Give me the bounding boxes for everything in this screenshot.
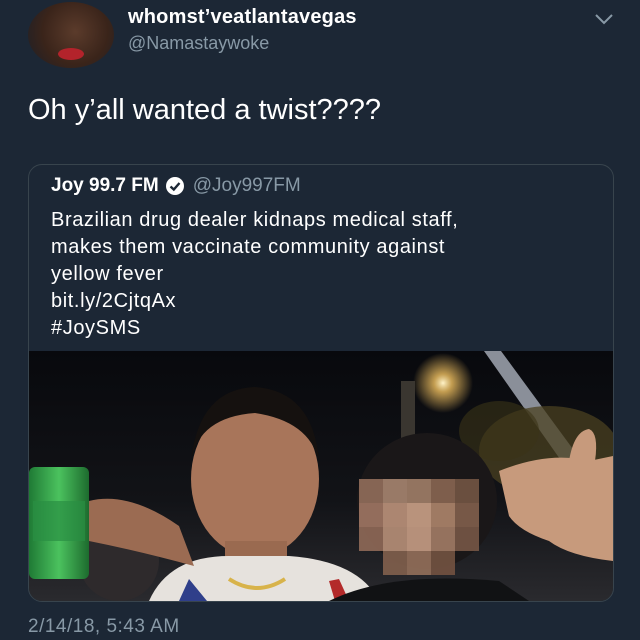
quoted-display-name[interactable]: Joy 99.7 FM — [51, 175, 159, 197]
quoted-hashtag[interactable]: #JoySMS — [51, 315, 458, 342]
tweet-text: Oh y’all wanted a twist???? — [28, 94, 382, 126]
quoted-text-line: makes them vaccinate community against — [51, 236, 446, 258]
quoted-tweet-text: Brazilian drug dealer kidnaps medical st… — [51, 207, 458, 342]
avatar-detail — [58, 48, 84, 60]
display-name[interactable]: whomst’veatlantavegas — [128, 6, 357, 29]
quoted-photo[interactable] — [29, 351, 613, 601]
quoted-text-line: Brazilian drug dealer kidnaps medical st… — [51, 209, 459, 231]
quoted-handle[interactable]: @Joy997FM — [193, 175, 301, 197]
quoted-tweet-header: Joy 99.7 FM @Joy997FM — [51, 175, 301, 197]
quoted-link[interactable]: bit.ly/2CjtqAx — [51, 288, 458, 315]
avatar[interactable] — [28, 2, 114, 68]
handle[interactable]: @Namastaywoke — [128, 33, 357, 54]
timestamp[interactable]: 2/14/18, 5:43 AM — [28, 616, 180, 638]
tweet-author: whomst’veatlantavegas @Namastaywoke — [128, 6, 357, 54]
verified-badge-icon — [165, 177, 184, 195]
photo-scene — [29, 351, 613, 601]
quoted-text-line: yellow fever — [51, 263, 164, 285]
chevron-down-icon[interactable] — [594, 12, 614, 26]
quoted-tweet[interactable]: Joy 99.7 FM @Joy997FM Brazilian drug dea… — [28, 164, 614, 602]
